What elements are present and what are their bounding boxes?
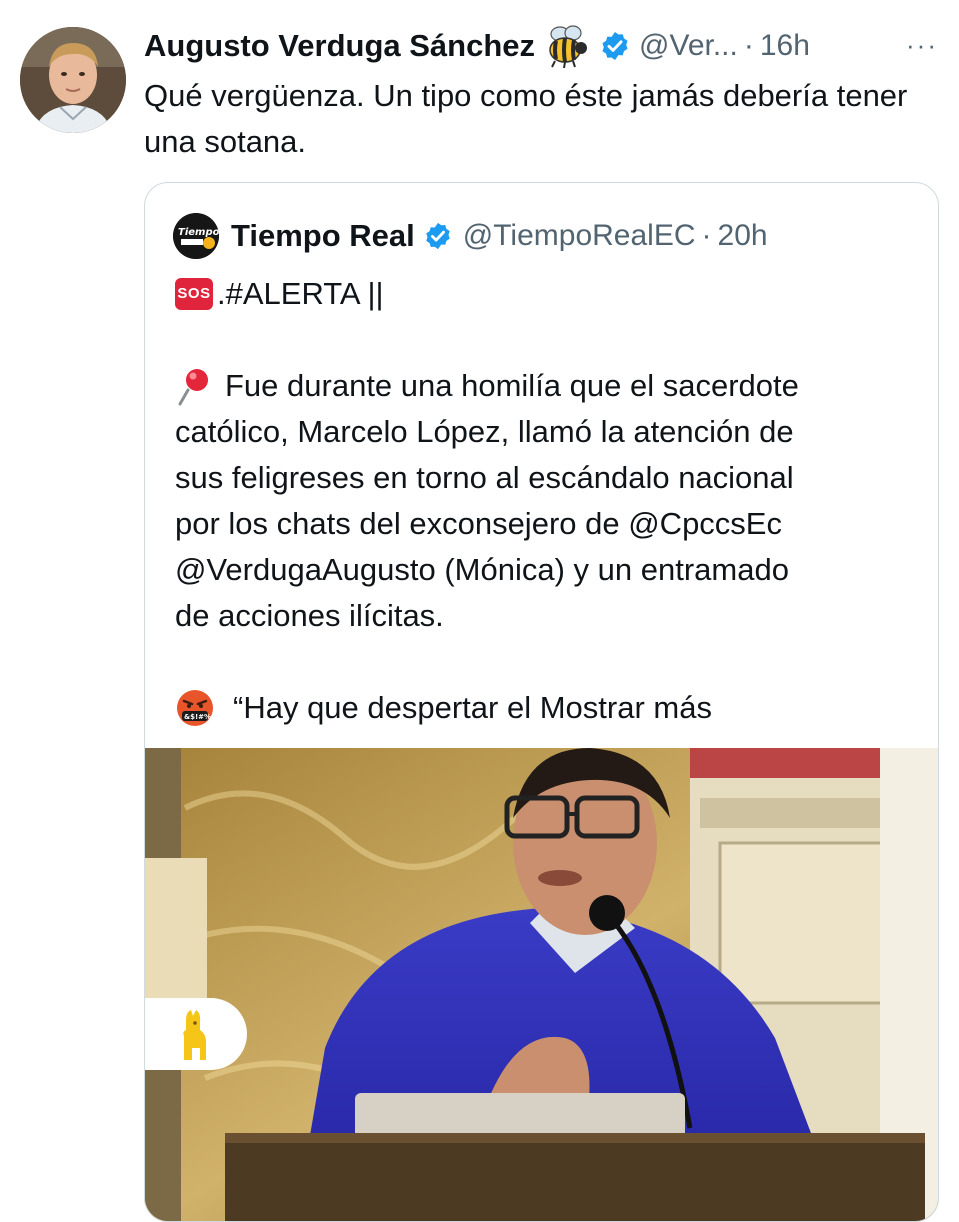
- quoted-author-name[interactable]: Tiempo Real: [231, 218, 415, 254]
- paragraph-line: &$!#% “Hay que despertar el Mostrar más: [175, 685, 905, 731]
- paragraph-line: sus feligreses en torno al escándalo nac…: [175, 455, 905, 501]
- paragraph-line: de acciones ilícitas.: [175, 593, 905, 639]
- svg-text:&$!#%: &$!#%: [184, 713, 211, 721]
- sos-emoji-icon: SOS: [175, 278, 213, 310]
- paragraph-text: Fue durante una homilía que el sacerdote: [225, 368, 799, 403]
- llama-icon: [183, 1010, 206, 1060]
- pin-emoji-icon: [175, 366, 215, 406]
- separator: ·: [701, 219, 712, 252]
- paragraph-text: católico, Marcelo López, llamó la atenci…: [175, 414, 794, 449]
- tweet-time[interactable]: 16h: [760, 29, 810, 63]
- author-handle[interactable]: @Ver...: [639, 29, 738, 63]
- quoted-text: SOS .#ALERTA || Fue durante una homilía …: [175, 271, 905, 731]
- paragraph-line: @VerdugaAugusto (Mónica) y un entramado: [175, 547, 905, 593]
- quote-text: “Hay que despertar el: [233, 690, 532, 725]
- author-name[interactable]: Augusto Verduga Sánchez: [144, 28, 535, 64]
- paragraph-text: sus feligreses en torno al escándalo nac…: [175, 460, 794, 495]
- alert-line: SOS .#ALERTA ||: [175, 271, 905, 317]
- quoted-time[interactable]: 20h: [718, 219, 768, 253]
- quoted-tweet[interactable]: Tiempo Tiempo Real @TiempoRealEC · 20h S…: [144, 182, 939, 1222]
- paragraph-text: @VerdugaAugusto (Mónica) y un entramado: [175, 552, 789, 587]
- paragraph-text: de acciones ilícitas.: [175, 598, 444, 633]
- separator: ·: [743, 29, 754, 62]
- show-more-link[interactable]: Mostrar más: [540, 685, 712, 731]
- video-thumbnail[interactable]: [145, 748, 938, 1221]
- tweet-text: Qué vergüenza. Un tipo como éste jamás d…: [144, 78, 908, 159]
- author-avatar[interactable]: [20, 27, 126, 133]
- quoted-header: Tiempo Tiempo Real @TiempoRealEC · 20h: [173, 213, 933, 259]
- verified-badge-icon: [599, 30, 631, 62]
- quoted-avatar[interactable]: Tiempo: [173, 213, 219, 259]
- paragraph-line: católico, Marcelo López, llamó la atenci…: [175, 409, 905, 455]
- bee-emoji-icon: [543, 24, 589, 69]
- tweet: Augusto Verduga Sánchez @Ver... · 16h ··…: [0, 0, 959, 1222]
- llama-badge: [145, 998, 247, 1070]
- paragraph-text: por los chats del exconsejero de @CpccsE…: [175, 506, 782, 541]
- alert-text: .#ALERTA ||: [217, 276, 384, 311]
- angry-cursing-emoji-icon: &$!#%: [175, 688, 215, 728]
- quoted-paragraph: Fue durante una homilía que el sacerdote…: [175, 363, 905, 639]
- paragraph-line: Fue durante una homilía que el sacerdote: [175, 363, 905, 409]
- quoted-avatar-text: Tiempo: [178, 227, 219, 238]
- verified-badge-icon: [423, 221, 453, 251]
- paragraph-line: por los chats del exconsejero de @CpccsE…: [175, 501, 905, 547]
- quote-line-block: &$!#% “Hay que despertar el Mostrar más: [175, 685, 905, 731]
- quoted-author-handle[interactable]: @TiempoRealEC: [463, 219, 696, 253]
- tweet-header: Augusto Verduga Sánchez @Ver... · 16h: [144, 22, 944, 70]
- more-options-icon[interactable]: ···: [902, 30, 942, 60]
